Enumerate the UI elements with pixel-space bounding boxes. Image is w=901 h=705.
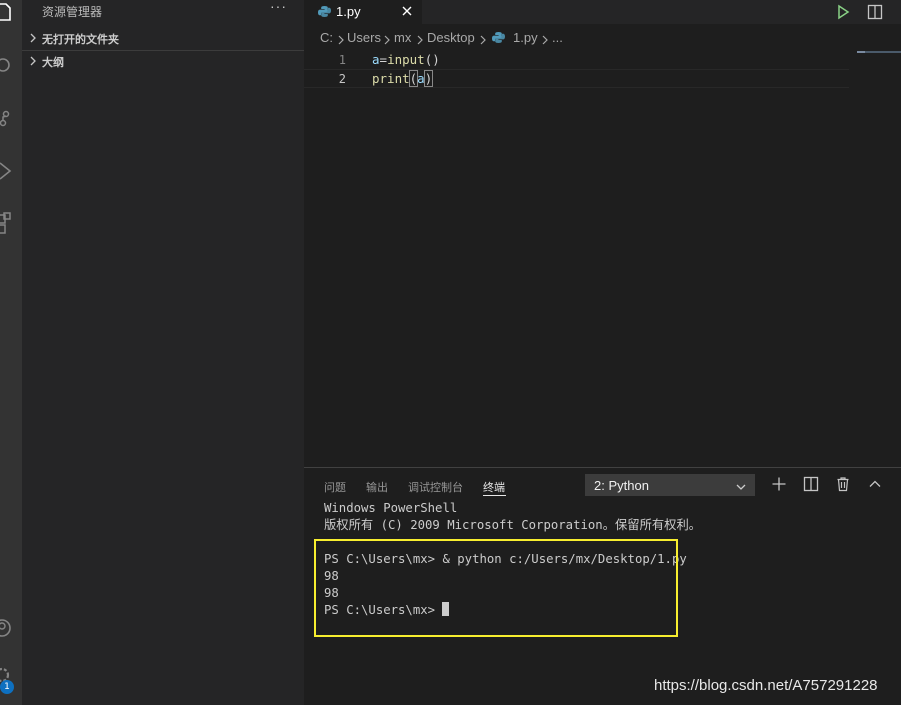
line-number: 1 bbox=[338, 53, 346, 67]
run-python-file-button[interactable] bbox=[834, 3, 852, 21]
code-token: a bbox=[417, 71, 425, 86]
chevron-right-icon bbox=[478, 34, 488, 49]
chevron-right-icon bbox=[28, 55, 38, 70]
annotation-highlight-box bbox=[314, 539, 678, 637]
section-outline[interactable]: 大纲 bbox=[22, 51, 304, 73]
terminal-line: 版权所有 (C) 2009 Microsoft Corporation。保留所有… bbox=[324, 518, 702, 532]
terminal-selector-value: 2: Python bbox=[594, 478, 649, 493]
new-terminal-icon[interactable] bbox=[771, 476, 787, 492]
run-debug-icon[interactable] bbox=[0, 160, 22, 182]
close-icon[interactable] bbox=[400, 4, 414, 21]
trash-icon[interactable] bbox=[835, 476, 851, 492]
code-editor[interactable]: 1 a=input() 2 print(a) bbox=[304, 50, 901, 467]
line-number: 2 bbox=[338, 72, 346, 86]
account-icon[interactable] bbox=[0, 617, 22, 639]
python-file-icon bbox=[318, 5, 331, 21]
code-line-current: 2 print(a) bbox=[304, 69, 849, 88]
chevron-up-icon[interactable] bbox=[867, 476, 883, 492]
terminal-selector[interactable]: 2: Python bbox=[585, 474, 755, 496]
code-line: 1 a=input() bbox=[304, 51, 849, 70]
tab-output[interactable]: 输出 bbox=[366, 479, 388, 495]
code-token: a bbox=[372, 52, 380, 67]
breadcrumb-item[interactable]: Desktop bbox=[427, 30, 475, 45]
files-icon[interactable] bbox=[0, 2, 22, 24]
breadcrumb-item[interactable]: 1.py bbox=[513, 30, 538, 45]
chevron-right-icon bbox=[415, 34, 425, 49]
code-token: print bbox=[372, 71, 410, 86]
breadcrumb-item[interactable]: Users bbox=[347, 30, 381, 45]
split-terminal-icon[interactable] bbox=[803, 476, 819, 492]
chevron-right-icon bbox=[336, 34, 346, 49]
breadcrumb-item[interactable]: ... bbox=[552, 30, 563, 45]
section-label: 无打开的文件夹 bbox=[42, 34, 119, 46]
chevron-right-icon bbox=[540, 34, 550, 49]
split-editor-icon[interactable] bbox=[866, 3, 884, 21]
section-no-folder-opened[interactable]: 无打开的文件夹 bbox=[22, 28, 304, 50]
extensions-icon[interactable] bbox=[0, 212, 22, 234]
tab-1-py[interactable]: 1.py bbox=[304, 0, 422, 24]
more-actions-icon[interactable]: ··· bbox=[270, 0, 287, 14]
active-tab-indicator bbox=[483, 495, 506, 496]
watermark: https://blog.csdn.net/A757291228 bbox=[654, 677, 878, 694]
explorer-sidebar: 资源管理器 ··· 无打开的文件夹 大纲 bbox=[22, 0, 304, 705]
breadcrumb-item[interactable]: C: bbox=[320, 30, 333, 45]
search-icon[interactable] bbox=[0, 54, 22, 76]
settings-update-badge: 1 bbox=[0, 680, 14, 694]
code-text: a=input() bbox=[372, 52, 440, 67]
sidebar-title: 资源管理器 bbox=[42, 5, 103, 19]
code-token: ) bbox=[423, 70, 434, 87]
section-label: 大纲 bbox=[42, 57, 64, 69]
source-control-icon[interactable] bbox=[0, 108, 22, 130]
chevron-right-icon bbox=[28, 32, 38, 47]
tab-terminal[interactable]: 终端 bbox=[483, 479, 505, 495]
bottom-panel: 问题 输出 调试控制台 终端 2: Python Windows PowerSh… bbox=[304, 467, 901, 705]
minimap-slider[interactable] bbox=[857, 51, 865, 53]
activity-bar: 1 bbox=[0, 0, 22, 705]
editor-tab-bar: 1.py bbox=[304, 0, 901, 24]
code-text: print(a) bbox=[372, 70, 434, 87]
breadcrumb-item[interactable]: mx bbox=[394, 30, 411, 45]
terminal-line: Windows PowerShell bbox=[324, 501, 458, 515]
code-token: input bbox=[387, 52, 425, 67]
chevron-down-icon bbox=[735, 480, 747, 495]
tab-label: 1.py bbox=[336, 4, 361, 19]
tab-problems[interactable]: 问题 bbox=[324, 479, 346, 495]
chevron-right-icon bbox=[382, 34, 392, 49]
tab-debug-console[interactable]: 调试控制台 bbox=[408, 479, 463, 495]
python-file-icon bbox=[492, 30, 505, 45]
